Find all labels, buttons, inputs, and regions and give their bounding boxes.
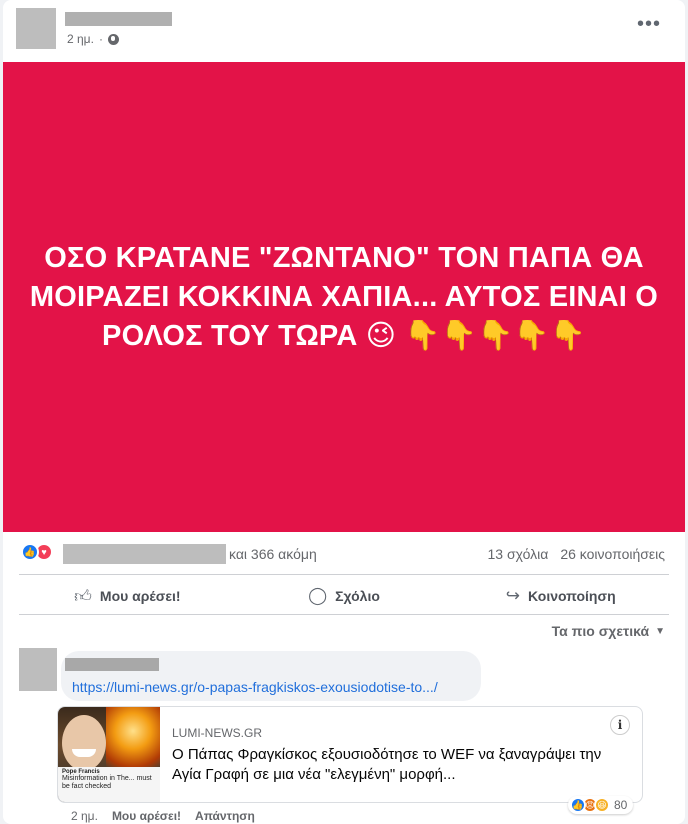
comment-reactions[interactable]: 👍 😡 😆 80	[568, 796, 634, 814]
post-card: 2 ημ. · ••• ΟΣΟ ΚΡΑΤΑΝΕ "ΖΩΝΤΑΝΟ" ΤΟΝ ΠΑ…	[3, 0, 685, 824]
comments-count[interactable]: 13 σχόλια	[488, 546, 549, 562]
comment-button[interactable]: ◯ Σχόλιο	[236, 579, 453, 613]
post-banner[interactable]: ΟΣΟ ΚΡΑΤΑΝΕ "ΖΩΝΤΑΝΟ" ΤΟΝ ΠΑΠΑ ΘΑ ΜΟΙΡΑΖ…	[3, 62, 685, 532]
shares-count[interactable]: 26 κοινοποιήσεις	[560, 546, 665, 562]
divider	[19, 614, 669, 615]
comment-like-button[interactable]: Μου αρέσει!	[112, 809, 181, 823]
reaction-icons[interactable]: 👍 ♥	[21, 543, 53, 561]
comment-actions: 2 ημ. Μου αρέσει! Απάντηση	[71, 809, 255, 823]
post-time[interactable]: 2 ημ.	[67, 32, 94, 46]
like-label: Μου αρέσει!	[99, 588, 181, 604]
preview-thumbnail: Pope Francis Misinformation in The... mu…	[58, 707, 160, 802]
comment-time[interactable]: 2 ημ.	[71, 809, 98, 823]
thumbs-up-icon: 👍︎	[74, 586, 92, 606]
preview-title: Ο Πάπας Φραγκίσκος εξουσιοδότησε το WEF …	[172, 746, 602, 783]
author-name-redacted[interactable]	[65, 12, 172, 26]
comment-icon: ◯	[308, 586, 328, 605]
like-reaction-icon: 👍	[570, 797, 586, 813]
like-button[interactable]: 👍︎ Μου αρέσει!	[19, 579, 236, 613]
reactions-more-count[interactable]: και 366 ακόμη	[229, 546, 317, 562]
divider	[19, 574, 669, 575]
share-icon: ↪	[505, 586, 520, 605]
like-reaction-icon: 👍	[21, 543, 39, 561]
tweet-snippet: Pope Francis Misinformation in The... mu…	[58, 767, 160, 802]
fire-image	[106, 707, 160, 767]
banner-text: ΟΣΟ ΚΡΑΤΑΝΕ "ΖΩΝΤΑΝΟ" ΤΟΝ ΠΑΠΑ ΘΑ ΜΟΙΡΑΖ…	[29, 241, 659, 352]
info-icon[interactable]: i	[610, 715, 630, 735]
likers-names-redacted[interactable]	[63, 544, 226, 564]
comment-sort-dropdown[interactable]: Τα πιο σχετικά ▼	[552, 623, 665, 639]
face-image	[62, 715, 106, 771]
commenter-name-redacted[interactable]	[65, 658, 159, 671]
comment-reaction-count: 80	[614, 798, 628, 812]
action-bar: 👍︎ Μου αρέσει! ◯ Σχόλιο ↪ Κοινοποίηση	[19, 579, 669, 613]
commenter-avatar[interactable]	[19, 648, 57, 691]
link-preview-card[interactable]: Pope Francis Misinformation in The... mu…	[57, 706, 643, 803]
comment-bubble: https://lumi-news.gr/o-papas-fragkiskos-…	[61, 651, 481, 701]
comment-label: Σχόλιο	[335, 588, 380, 604]
share-button[interactable]: ↪ Κοινοποίηση	[452, 579, 669, 613]
caret-down-icon: ▼	[655, 625, 665, 637]
globe-icon	[107, 33, 119, 45]
tweet-text: Misinformation in The... must be fact ch…	[62, 775, 152, 790]
comment-reply-button[interactable]: Απάντηση	[195, 809, 255, 823]
post-meta: 2 ημ. ·	[67, 32, 119, 46]
share-label: Κοινοποίηση	[527, 588, 616, 604]
comment-link[interactable]: https://lumi-news.gr/o-papas-fragkiskos-…	[72, 679, 438, 695]
post-stats: 13 σχόλια 26 κοινοποιήσεις	[488, 546, 665, 562]
haha-reaction-icon: 😆	[594, 797, 610, 813]
sort-label: Τα πιο σχετικά	[551, 623, 650, 639]
preview-domain: LUMI-NEWS.GR	[172, 726, 262, 740]
more-options-button[interactable]: •••	[637, 14, 661, 34]
author-avatar[interactable]	[16, 8, 56, 49]
